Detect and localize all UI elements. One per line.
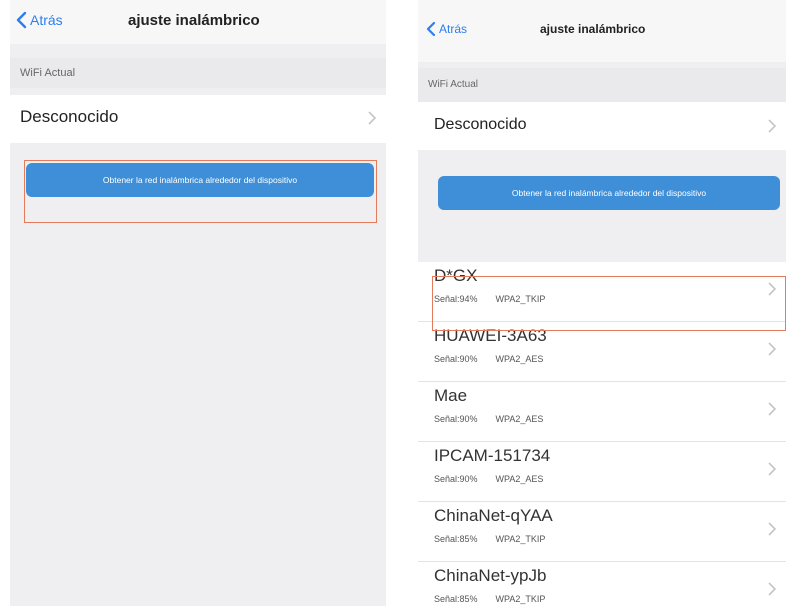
current-wifi-label: WiFi Actual [10, 58, 386, 88]
page-title: ajuste inalámbrico [540, 22, 646, 36]
chevron-right-icon [768, 402, 776, 416]
wifi-security: WPA2_TKIP [495, 534, 546, 544]
left-screen: Atrás ajuste inalámbrico WiFi Actual Des… [10, 0, 386, 606]
right-screen: Atrás ajuste inalámbrico WiFi Actual Des… [418, 0, 786, 616]
wifi-security: WPA2_TKIP [495, 594, 546, 604]
current-wifi-value: Desconocido [434, 116, 527, 133]
wifi-ssid: Mae [434, 386, 468, 405]
wifi-ssid: HUAWEI-3A63 [434, 326, 547, 345]
back-label: Atrás [30, 12, 63, 28]
wifi-signal: Señal:94% [434, 294, 478, 304]
chevron-left-icon [426, 21, 436, 37]
wifi-signal: Señal:90% [434, 354, 478, 364]
current-wifi-row[interactable]: Desconocido [418, 102, 786, 150]
chevron-right-icon [768, 582, 776, 596]
page-title: ajuste inalámbrico [128, 12, 260, 29]
wifi-signal: Señal:85% [434, 534, 478, 544]
wifi-network-row[interactable]: IPCAM-151734 Señal:90% WPA2_AES [418, 442, 786, 502]
wifi-meta: Señal:90% WPA2_AES [434, 354, 543, 364]
chevron-left-icon [16, 11, 27, 29]
wifi-signal: Señal:90% [434, 474, 478, 484]
wifi-network-list: D*GX Señal:94% WPA2_TKIP HUAWEI-3A63 Señal:9… [418, 262, 786, 616]
wifi-network-row[interactable]: ChinaNet-qYAA Señal:85% WPA2_TKIP [418, 502, 786, 562]
nav-bar: Atrás ajuste inalámbrico [418, 0, 786, 62]
wifi-meta: Señal:85% WPA2_TKIP [434, 534, 545, 544]
chevron-right-icon [368, 111, 376, 125]
chevron-right-icon [768, 282, 776, 296]
wifi-network-row[interactable]: HUAWEI-3A63 Señal:90% WPA2_AES [418, 322, 786, 382]
wifi-security: WPA2_AES [495, 474, 544, 484]
wifi-signal: Señal:85% [434, 594, 478, 604]
wifi-ssid: ChinaNet-qYAA [434, 506, 553, 525]
wifi-meta: Señal:94% WPA2_TKIP [434, 294, 545, 304]
wifi-network-row[interactable]: ChinaNet-ypJb Señal:85% WPA2_TKIP [418, 562, 786, 616]
wifi-network-row[interactable]: D*GX Señal:94% WPA2_TKIP [418, 262, 786, 322]
chevron-right-icon [768, 522, 776, 536]
wifi-security: WPA2_TKIP [495, 294, 546, 304]
wifi-ssid: D*GX [434, 266, 478, 285]
nav-bar: Atrás ajuste inalámbrico [10, 0, 386, 44]
wifi-signal: Señal:90% [434, 414, 478, 424]
wifi-network-row[interactable]: Mae Señal:90% WPA2_AES [418, 382, 786, 442]
chevron-right-icon [768, 462, 776, 476]
current-wifi-value: Desconocido [20, 107, 119, 126]
current-wifi-row[interactable]: Desconocido [10, 95, 386, 143]
wifi-security: WPA2_AES [495, 354, 544, 364]
chevron-right-icon [768, 342, 776, 356]
wifi-meta: Señal:90% WPA2_AES [434, 474, 543, 484]
scan-networks-button[interactable]: Obtener la red inalámbrica alrededor del… [26, 163, 374, 197]
scan-networks-button[interactable]: Obtener la red inalámbrica alrededor del… [438, 176, 780, 210]
chevron-right-icon [768, 119, 776, 133]
wifi-security: WPA2_AES [495, 414, 544, 424]
wifi-meta: Señal:85% WPA2_TKIP [434, 594, 545, 604]
wifi-ssid: IPCAM-151734 [434, 446, 551, 465]
back-label: Atrás [439, 22, 468, 36]
current-wifi-label: WiFi Actual [418, 68, 786, 102]
wifi-meta: Señal:90% WPA2_AES [434, 414, 543, 424]
back-button[interactable]: Atrás [426, 21, 467, 37]
back-button[interactable]: Atrás [16, 11, 63, 29]
wifi-ssid: ChinaNet-ypJb [434, 566, 547, 585]
